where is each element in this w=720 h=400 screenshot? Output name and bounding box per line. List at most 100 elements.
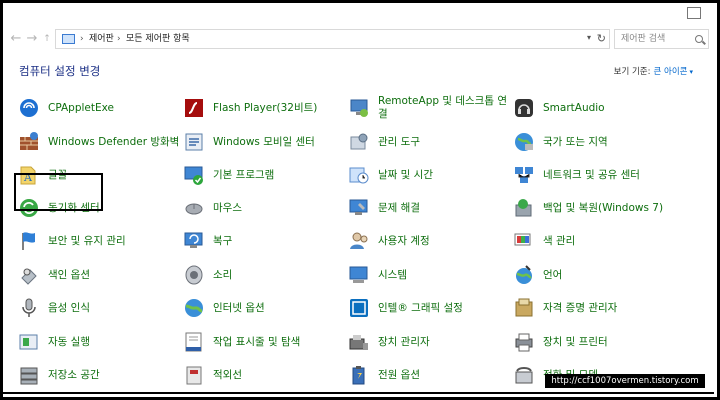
control-panel-item[interactable]: 색 관리 xyxy=(513,226,678,256)
control-panel-item[interactable]: 적외선 xyxy=(183,360,348,390)
control-panel-item-label[interactable]: 자격 증명 관리자 xyxy=(543,293,675,323)
control-panel-item-label[interactable]: CPAppletExe xyxy=(48,93,180,123)
control-panel-item[interactable]: 백업 및 복원(Windows 7) xyxy=(513,193,678,223)
control-panel-item-label[interactable]: 백업 및 복원(Windows 7) xyxy=(543,193,675,223)
control-panel-item[interactable]: 장치 및 프린터 xyxy=(513,327,678,357)
control-panel-item-label[interactable]: 날짜 및 시간 xyxy=(378,160,510,190)
search-input[interactable]: 제어판 검색 xyxy=(614,29,709,49)
control-panel-item[interactable]: 기본 프로그램 xyxy=(183,160,348,190)
maximize-button[interactable] xyxy=(687,7,701,19)
page-title: 컴퓨터 설정 변경 xyxy=(19,64,101,78)
control-panel-item[interactable]: 소리 xyxy=(183,260,348,290)
control-panel-item-label[interactable]: 장치 관리자 xyxy=(378,327,510,357)
phone-modem-icon xyxy=(513,364,535,386)
control-panel-item[interactable]: 시스템 xyxy=(348,260,513,290)
control-panel-item[interactable]: Windows Defender 방화벽 xyxy=(18,127,183,157)
chevron-down-icon[interactable]: ▾ xyxy=(587,33,591,42)
control-panel-item-label[interactable]: Windows 모비일 센터 xyxy=(213,127,345,157)
default-programs-icon xyxy=(183,164,205,186)
control-panel-window: ← → ↑ › 제어판 › 모든 제어판 항목 ▾ ↻ 제어판 검색 컴퓨터 설… xyxy=(3,3,717,397)
control-panel-item-label[interactable]: 기본 프로그램 xyxy=(213,160,345,190)
control-panel-item-label[interactable]: 문제 해결 xyxy=(378,193,510,223)
control-panel-item-label[interactable]: 작업 표시줄 및 탐색 xyxy=(213,327,345,357)
control-panel-item[interactable]: 국가 또는 지역 xyxy=(513,127,678,157)
control-panel-item-label[interactable]: 장치 및 프린터 xyxy=(543,327,675,357)
refresh-icon[interactable]: ↻ xyxy=(597,32,606,45)
internet-options-icon xyxy=(183,297,205,319)
control-panel-item-label[interactable]: 마우스 xyxy=(213,193,345,223)
control-panel-item-label[interactable]: Windows Defender 방화벽 xyxy=(48,127,180,157)
control-panel-item[interactable]: 보안 및 유지 관리 xyxy=(18,226,183,256)
control-panel-item-label[interactable]: 언어 xyxy=(543,260,675,290)
control-panel-item[interactable]: 장치 관리자 xyxy=(348,327,513,357)
taskbar-icon xyxy=(183,331,205,353)
control-panel-item[interactable]: 사용자 계정 xyxy=(348,226,513,256)
control-panel-item[interactable]: 관리 도구 xyxy=(348,127,513,157)
control-panel-item-label[interactable]: 인터넷 옵션 xyxy=(213,293,345,323)
control-panel-item[interactable]: SmartAudio xyxy=(513,93,678,123)
control-panel-item-label[interactable]: 관리 도구 xyxy=(378,127,510,157)
control-panel-item-label[interactable]: 저장소 공간 xyxy=(48,360,180,390)
control-panel-item-label[interactable]: Flash Player(32비트) xyxy=(213,93,345,123)
mobility-center-icon xyxy=(183,131,205,153)
control-panel-item-label[interactable]: 전원 옵션 xyxy=(378,360,510,390)
view-by-dropdown[interactable]: 큰 아이콘 xyxy=(654,67,688,77)
control-panel-item-label[interactable]: SmartAudio xyxy=(543,93,675,123)
infrared-icon xyxy=(183,364,205,386)
control-panel-item[interactable]: 마우스 xyxy=(183,193,348,223)
control-panel-item-label[interactable]: 네트워크 및 공유 센터 xyxy=(543,160,675,190)
address-bar[interactable]: › 제어판 › 모든 제어판 항목 ▾ ↻ xyxy=(55,29,610,49)
control-panel-item[interactable]: 색인 옵션 xyxy=(18,260,183,290)
breadcrumb-control-panel[interactable]: 제어판 xyxy=(89,33,114,46)
region-icon xyxy=(513,131,535,153)
power-icon xyxy=(348,364,370,386)
control-panel-item-label[interactable]: 색인 옵션 xyxy=(48,260,180,290)
title-bar xyxy=(3,3,717,27)
system-icon xyxy=(348,264,370,286)
control-panel-item[interactable]: 전원 옵션 xyxy=(348,360,513,390)
search-icon[interactable] xyxy=(695,35,703,43)
flash-player-icon xyxy=(183,97,205,119)
control-panel-item-label[interactable]: 색 관리 xyxy=(543,226,675,256)
control-panel-item[interactable]: 언어 xyxy=(513,260,678,290)
control-panel-item-label[interactable]: 소리 xyxy=(213,260,345,290)
control-panel-item[interactable]: CPAppletExe xyxy=(18,93,183,123)
chevron-right-icon: › xyxy=(80,34,84,44)
control-panel-item[interactable]: 복구 xyxy=(183,226,348,256)
autoplay-icon xyxy=(18,331,40,353)
control-panel-icon xyxy=(62,34,75,44)
control-panel-item[interactable]: 자격 증명 관리자 xyxy=(513,293,678,323)
control-panel-item-label[interactable]: 인텔® 그래픽 설정 xyxy=(378,293,510,323)
control-panel-item[interactable]: 저장소 공간 xyxy=(18,360,183,390)
control-panel-item-label[interactable]: RemoteApp 및 데스크톱 연결 xyxy=(378,93,510,123)
network-icon xyxy=(513,164,535,186)
control-panel-item[interactable]: 자동 실행 xyxy=(18,327,183,357)
back-arrow-icon[interactable]: ← xyxy=(9,31,23,47)
up-arrow-icon[interactable]: ↑ xyxy=(40,31,54,47)
chevron-down-icon[interactable]: ▾ xyxy=(689,68,693,76)
control-panel-item[interactable]: Windows 모비일 센터 xyxy=(183,127,348,157)
view-by[interactable]: 보기 기준: 큰 아이콘 ▾ xyxy=(614,65,693,77)
control-panel-item[interactable]: RemoteApp 및 데스크톱 연결 xyxy=(348,93,513,123)
cpapplet-icon xyxy=(18,97,40,119)
control-panel-item-label[interactable]: 음성 인식 xyxy=(48,293,180,323)
control-panel-item-label[interactable]: 시스템 xyxy=(378,260,510,290)
control-panel-item[interactable]: 네트워크 및 공유 센터 xyxy=(513,160,678,190)
control-panel-item-label[interactable]: 적외선 xyxy=(213,360,345,390)
control-panel-item-label[interactable]: 자동 실행 xyxy=(48,327,180,357)
control-panel-item[interactable]: 인텔® 그래픽 설정 xyxy=(348,293,513,323)
control-panel-item-label[interactable]: 국가 또는 지역 xyxy=(543,127,675,157)
control-panel-item-label[interactable]: 보안 및 유지 관리 xyxy=(48,226,180,256)
control-panel-item[interactable]: Flash Player(32비트) xyxy=(183,93,348,123)
control-panel-item[interactable]: 음성 인식 xyxy=(18,293,183,323)
control-panel-item[interactable]: 날짜 및 시간 xyxy=(348,160,513,190)
control-panel-item[interactable]: 문제 해결 xyxy=(348,193,513,223)
forward-arrow-icon[interactable]: → xyxy=(25,31,39,47)
device-manager-icon xyxy=(348,331,370,353)
control-panel-item-label[interactable]: 복구 xyxy=(213,226,345,256)
control-panel-item[interactable]: 인터넷 옵션 xyxy=(183,293,348,323)
breadcrumb-all-items[interactable]: 모든 제어판 항목 xyxy=(126,33,190,46)
control-panel-item-label[interactable]: 사용자 계정 xyxy=(378,226,510,256)
control-panel-item[interactable]: 작업 표시줄 및 탐색 xyxy=(183,327,348,357)
view-by-label: 보기 기준: xyxy=(613,67,651,77)
